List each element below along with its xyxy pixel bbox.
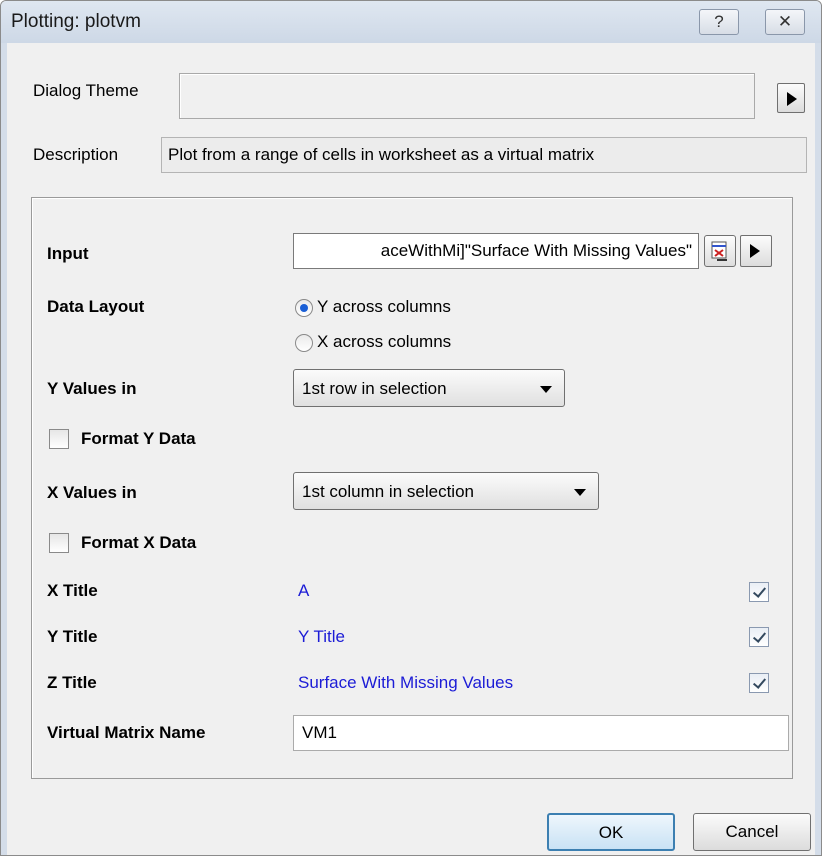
input-menu-button[interactable] [740,235,772,267]
ok-button-label: OK [598,823,624,842]
format-y-data-label[interactable]: Format Y Data [81,429,196,449]
help-button[interactable]: ? [699,9,739,35]
y-title-label: Y Title [47,627,98,646]
input-range-value: aceWithMi]"Surface With Missing Values" [380,241,692,260]
select-range-button[interactable] [704,235,736,267]
dialog-theme-box[interactable] [179,73,755,119]
window-title: Plotting: plotvm [11,11,141,32]
title-bar[interactable]: Plotting: plotvm ? ✕ [1,1,821,43]
data-layout-label: Data Layout [47,297,145,316]
dialog-theme-menu-button[interactable] [777,83,805,113]
cancel-button-label: Cancel [725,822,779,841]
input-label: Input [47,244,89,263]
description-label: Description [33,145,119,164]
virtual-matrix-name-field[interactable]: VM1 [293,715,789,751]
select-range-icon [711,241,727,261]
help-icon: ? [714,12,724,31]
description-box: Plot from a range of cells in worksheet … [161,137,807,173]
radio-y-across-columns-label[interactable]: Y across columns [317,297,451,317]
y-title-value[interactable]: Y Title [298,627,345,647]
cancel-button[interactable]: Cancel [693,813,811,851]
dialog-window: Plotting: plotvm ? ✕ Dialog Theme Descri… [0,0,822,856]
y-values-in-label: Y Values in [47,379,137,398]
ok-button[interactable]: OK [547,813,675,851]
close-icon: ✕ [777,12,793,31]
z-title-value[interactable]: Surface With Missing Values [298,673,513,693]
y-values-in-selected: 1st row in selection [302,379,447,398]
format-x-data-label[interactable]: Format X Data [81,533,196,553]
virtual-matrix-name-label: Virtual Matrix Name [47,723,206,742]
input-range-field[interactable]: aceWithMi]"Surface With Missing Values" [293,233,699,269]
x-title-checkbox[interactable] [749,582,769,602]
x-values-in-label: X Values in [47,483,137,502]
dialog-theme-label: Dialog Theme [33,81,139,100]
radio-x-across-columns[interactable] [295,334,313,352]
x-title-value[interactable]: A [298,581,309,601]
z-title-checkbox[interactable] [749,673,769,693]
y-values-in-dropdown[interactable]: 1st row in selection [293,369,565,407]
x-title-label: X Title [47,581,98,600]
radio-y-across-columns[interactable] [295,299,313,317]
format-x-data-checkbox[interactable] [49,533,69,553]
y-title-checkbox[interactable] [749,627,769,647]
radio-x-across-columns-label[interactable]: X across columns [317,332,451,352]
virtual-matrix-name-value: VM1 [302,723,337,742]
z-title-label: Z Title [47,673,97,692]
description-text: Plot from a range of cells in worksheet … [168,145,595,164]
x-values-in-selected: 1st column in selection [302,482,474,501]
format-y-data-checkbox[interactable] [49,429,69,449]
close-button[interactable]: ✕ [765,9,805,35]
x-values-in-dropdown[interactable]: 1st column in selection [293,472,599,510]
